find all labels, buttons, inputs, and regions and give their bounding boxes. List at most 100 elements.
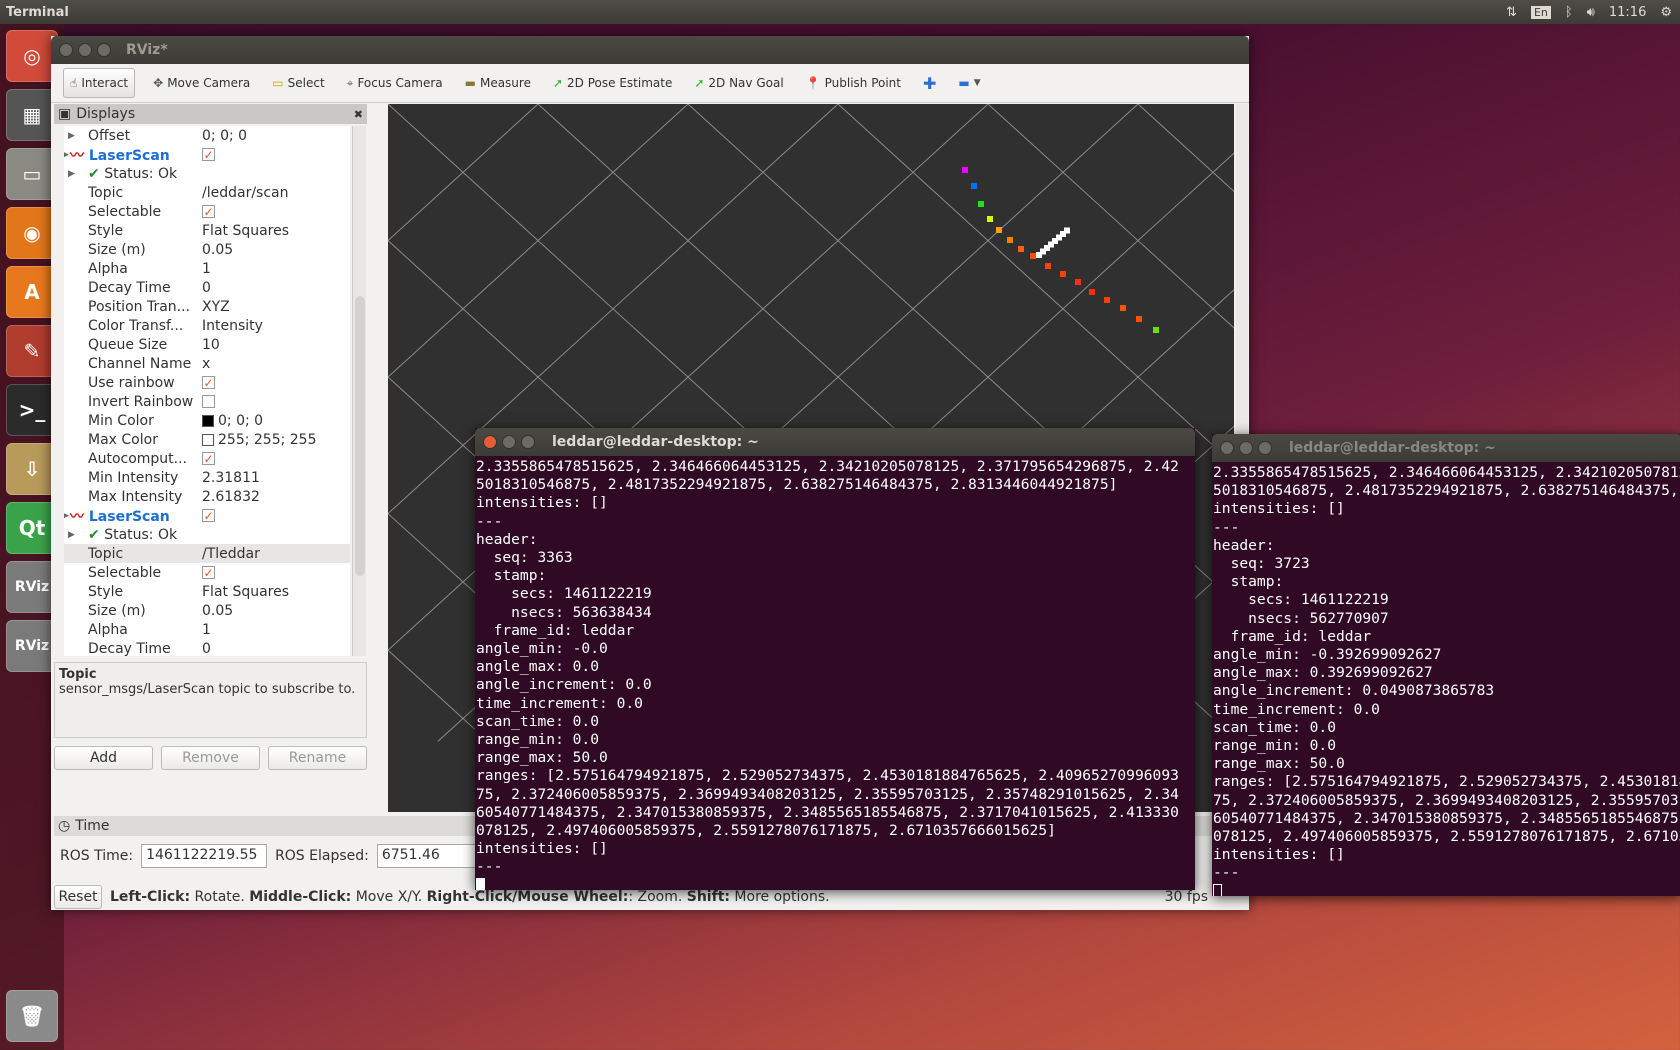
- color-swatch[interactable]: [202, 414, 214, 427]
- checkbox[interactable]: ✓: [202, 509, 215, 522]
- tree-row[interactable]: ▶ ✔ Status: Ok: [64, 525, 350, 544]
- clock[interactable]: 11:16: [1609, 5, 1646, 20]
- close-icon[interactable]: ✖: [354, 108, 363, 121]
- tree-row[interactable]: Autocomput... ✓: [64, 449, 350, 468]
- property-value[interactable]: 10: [202, 337, 220, 353]
- minimize-button[interactable]: [1239, 441, 1253, 455]
- tree-row[interactable]: Topic/Tleddar: [64, 544, 350, 563]
- minimize-button[interactable]: [78, 43, 92, 57]
- property-value[interactable]: 0: [202, 280, 211, 296]
- tree-row[interactable]: Selectable ✓: [64, 563, 350, 582]
- tree-row[interactable]: Selectable ✓: [64, 202, 350, 221]
- tree-row[interactable]: Size (m) 0.05: [64, 240, 350, 259]
- tree-row[interactable]: ▶ 〰 LaserScan ✓: [64, 506, 350, 525]
- tree-row[interactable]: Style Flat Squares: [64, 582, 350, 601]
- property-value[interactable]: 2.31811: [202, 470, 260, 486]
- tree-row[interactable]: Position Tran... XYZ: [64, 297, 350, 316]
- keyboard-layout-indicator[interactable]: En: [1530, 5, 1551, 19]
- property-value[interactable]: 2.61832: [202, 489, 260, 505]
- property-value[interactable]: 255; 255; 255: [202, 432, 317, 448]
- ros-time-field[interactable]: 1461122219.55: [141, 844, 268, 868]
- tree-row[interactable]: Max Intensity 2.61832: [64, 487, 350, 506]
- tool-2d-pose-estimate[interactable]: ➚ 2D Pose Estimate: [549, 68, 676, 98]
- maximize-button[interactable]: [97, 43, 111, 57]
- tree-row[interactable]: Max Color 255; 255; 255: [64, 430, 350, 449]
- tree-row[interactable]: ▶ Offset 0; 0; 0: [64, 126, 350, 145]
- property-value[interactable]: ✓: [202, 205, 215, 218]
- tool-focus-camera[interactable]: ⌖ Focus Camera: [343, 68, 447, 98]
- tree-row[interactable]: Channel Name x: [64, 354, 350, 373]
- tree-row[interactable]: Color Transf... Intensity: [64, 316, 350, 335]
- tree-row[interactable]: ▶ ✔ Status: Ok: [64, 164, 350, 183]
- checkbox[interactable]: ✓: [202, 452, 215, 465]
- rename-button[interactable]: Rename: [268, 746, 367, 770]
- property-value[interactable]: ✓: [202, 148, 215, 161]
- terminal-window-1[interactable]: leddar@leddar-desktop: ~ 2.3355865478515…: [475, 428, 1195, 890]
- tree-row[interactable]: Queue Size 10: [64, 335, 350, 354]
- tree-row[interactable]: Topic/leddar/scan: [64, 183, 350, 202]
- tree-row[interactable]: Min Color 0; 0; 0: [64, 411, 350, 430]
- property-value[interactable]: x: [202, 356, 210, 372]
- property-value[interactable]: 0.05: [202, 242, 233, 258]
- tree-row[interactable]: Decay Time 0: [64, 278, 350, 297]
- expand-arrow-icon[interactable]: ▶: [64, 511, 69, 521]
- property-value[interactable]: XYZ: [202, 299, 230, 315]
- tool-2d-nav-goal[interactable]: ➚ 2D Nav Goal: [690, 68, 787, 98]
- close-button[interactable]: [59, 43, 73, 57]
- terminal-window-2[interactable]: leddar@leddar-desktop: ~ 2.3355865478515…: [1212, 434, 1680, 896]
- property-value[interactable]: Flat Squares: [202, 223, 289, 239]
- color-swatch[interactable]: [202, 433, 214, 446]
- tool-measure[interactable]: ▬ Measure: [461, 68, 535, 98]
- checkbox[interactable]: ✓: [202, 376, 215, 389]
- trash-icon[interactable]: 🗑︎: [6, 990, 58, 1042]
- remove-tool-dropdown[interactable]: ▬ ▼: [954, 68, 984, 98]
- bluetooth-icon[interactable]: ᛒ: [1565, 5, 1573, 20]
- property-value[interactable]: 0: [202, 641, 211, 657]
- scrollbar[interactable]: [352, 126, 366, 656]
- add-button[interactable]: Add: [54, 746, 153, 770]
- tool-select[interactable]: ▭ Select: [268, 68, 328, 98]
- property-value[interactable]: /leddar/scan: [202, 185, 289, 201]
- tree-row[interactable]: Alpha 1: [64, 620, 350, 639]
- property-value[interactable]: /Tleddar: [202, 546, 260, 562]
- checkbox[interactable]: ✓: [202, 205, 215, 218]
- reset-button[interactable]: Reset: [54, 885, 102, 909]
- maximize-button[interactable]: [1258, 441, 1272, 455]
- checkbox[interactable]: ✓: [202, 566, 215, 579]
- expand-arrow-icon[interactable]: ▶: [68, 131, 75, 141]
- property-value[interactable]: ✓: [202, 509, 215, 522]
- property-value[interactable]: 0; 0; 0: [202, 128, 247, 144]
- network-icon[interactable]: ⇅: [1506, 5, 1517, 20]
- property-value[interactable]: ✓: [202, 566, 215, 579]
- expand-arrow-icon[interactable]: ▶: [64, 150, 69, 160]
- tool-publish-point[interactable]: 📍 Publish Point: [802, 68, 905, 98]
- tree-row[interactable]: Alpha 1: [64, 259, 350, 278]
- tree-row[interactable]: Style Flat Squares: [64, 221, 350, 240]
- volume-icon[interactable]: 🔊︎: [1587, 5, 1595, 20]
- tree-row[interactable]: ▶ 〰 LaserScan ✓: [64, 145, 350, 164]
- property-value[interactable]: Intensity: [202, 318, 263, 334]
- expand-arrow-icon[interactable]: ▶: [68, 530, 75, 540]
- property-value[interactable]: 1: [202, 622, 211, 638]
- checkbox[interactable]: [202, 395, 215, 408]
- property-value[interactable]: 1: [202, 261, 211, 277]
- maximize-button[interactable]: [521, 435, 535, 449]
- property-value[interactable]: 0; 0; 0: [202, 413, 263, 429]
- gear-icon[interactable]: ⚙: [1660, 5, 1672, 20]
- tree-row[interactable]: Invert Rainbow: [64, 392, 350, 411]
- property-value[interactable]: [202, 395, 215, 408]
- tool-interact[interactable]: ☝ Interact: [63, 68, 136, 98]
- close-button[interactable]: [1220, 441, 1234, 455]
- property-value[interactable]: Flat Squares: [202, 584, 289, 600]
- tool-move-camera[interactable]: ✥ Move Camera: [149, 68, 254, 98]
- tree-row[interactable]: Min Intensity 2.31811: [64, 468, 350, 487]
- checkbox[interactable]: ✓: [202, 148, 215, 161]
- close-button[interactable]: [483, 435, 497, 449]
- property-value[interactable]: ✓: [202, 452, 215, 465]
- remove-button[interactable]: Remove: [161, 746, 260, 770]
- property-value[interactable]: 0.05: [202, 603, 233, 619]
- minimize-button[interactable]: [502, 435, 516, 449]
- tree-row[interactable]: Size (m) 0.05: [64, 601, 350, 620]
- tree-row[interactable]: Decay Time 0: [64, 639, 350, 657]
- tree-row[interactable]: Use rainbow ✓: [64, 373, 350, 392]
